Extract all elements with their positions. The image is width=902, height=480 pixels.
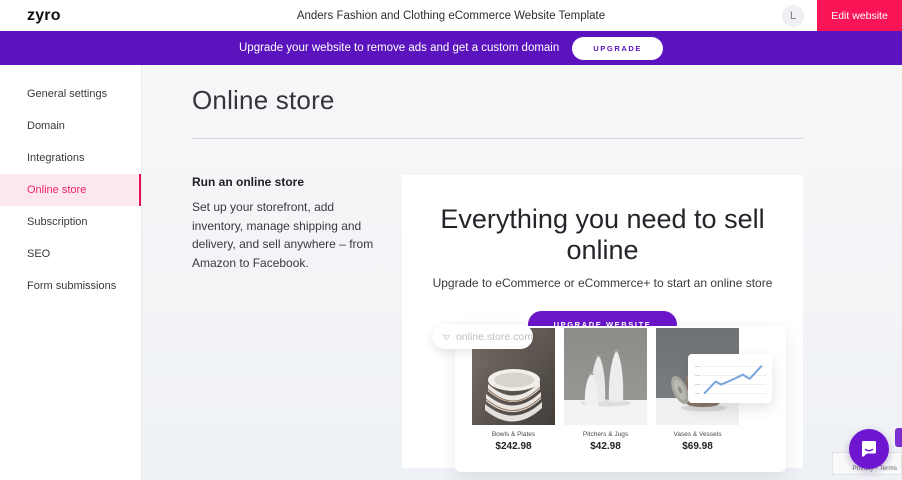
upgrade-banner: Upgrade your website to remove ads and g… bbox=[0, 31, 902, 65]
product-price: $242.98 bbox=[472, 441, 555, 452]
section-description: Set up your storefront, add inventory, m… bbox=[192, 198, 387, 272]
section-heading: Run an online store bbox=[192, 175, 387, 189]
sidebar-item-online-store[interactable]: Online store bbox=[0, 174, 141, 206]
settings-sidebar: General settings Domain Integrations Onl… bbox=[0, 65, 142, 480]
sidebar-item-seo[interactable]: SEO bbox=[0, 238, 141, 270]
product-price: $69.98 bbox=[656, 441, 739, 452]
site-title: Anders Fashion and Clothing eCommerce We… bbox=[0, 10, 902, 22]
chat-bubble-icon bbox=[859, 439, 879, 459]
upsell-heading: Everything you need to sell online bbox=[402, 204, 803, 266]
sidebar-item-domain[interactable]: Domain bbox=[0, 110, 141, 142]
upsell-card: Everything you need to sell online Upgra… bbox=[402, 175, 803, 468]
title-divider bbox=[192, 138, 803, 139]
sidebar-item-general-settings[interactable]: General settings bbox=[0, 78, 141, 110]
chat-button[interactable] bbox=[849, 429, 889, 469]
product-image-pitchers bbox=[564, 328, 647, 425]
banner-upgrade-button[interactable]: UPGRADE bbox=[572, 37, 663, 60]
product-name: Pitchers & Jugs bbox=[564, 431, 647, 438]
product-name: Bowls & Plates bbox=[472, 431, 555, 438]
chat-side-tab[interactable] bbox=[895, 428, 902, 447]
cart-icon bbox=[442, 331, 450, 343]
page-title: Online store bbox=[192, 85, 803, 116]
store-url-pill: online.store.com bbox=[432, 324, 533, 349]
product-price: $42.98 bbox=[564, 441, 647, 452]
sidebar-item-subscription[interactable]: Subscription bbox=[0, 206, 141, 238]
product-card: Pitchers & Jugs $42.98 bbox=[564, 328, 647, 472]
chart-svg bbox=[698, 361, 766, 399]
top-bar: zyro Anders Fashion and Clothing eCommer… bbox=[0, 0, 902, 31]
product-card: Bowls & Plates $242.98 bbox=[472, 328, 555, 472]
product-name: Vases & Vessels bbox=[656, 431, 739, 438]
store-chart-line bbox=[705, 366, 761, 393]
upsell-subheading: Upgrade to eCommerce or eCommerce+ to st… bbox=[402, 276, 803, 290]
sales-chart-card bbox=[688, 354, 772, 403]
store-url-text: online.store.com bbox=[456, 331, 533, 343]
banner-text: Upgrade your website to remove ads and g… bbox=[239, 42, 559, 54]
app-window: zyro Anders Fashion and Clothing eCommer… bbox=[0, 0, 902, 480]
sidebar-item-integrations[interactable]: Integrations bbox=[0, 142, 141, 174]
main-content: Online store Run an online store Set up … bbox=[142, 65, 902, 480]
sidebar-item-form-submissions[interactable]: Form submissions bbox=[0, 270, 141, 302]
section-intro: Run an online store Set up your storefro… bbox=[192, 175, 402, 272]
